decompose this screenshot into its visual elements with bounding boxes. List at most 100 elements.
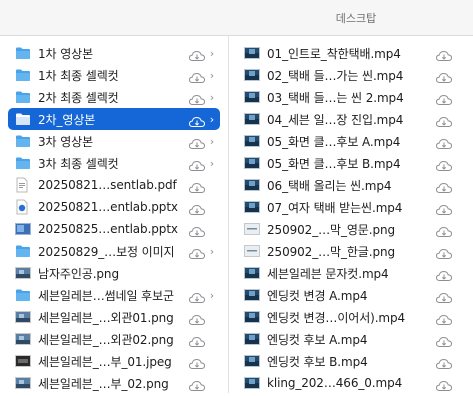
icloud-download-icon[interactable] [188, 113, 206, 127]
file-item[interactable]: 06_택배 올리는 씬.mp4 [237, 174, 463, 196]
file-item[interactable]: 엔딩컷 후보 B.mp4 [237, 350, 463, 372]
icloud-download-icon[interactable] [435, 355, 453, 369]
file-item[interactable]: 01_인트로_착한택배.mp4 [237, 42, 463, 64]
item-name: 20250821…sentlab.pdf [38, 178, 177, 192]
video-thumbnail-icon [244, 45, 260, 61]
icloud-download-icon[interactable] [188, 91, 206, 105]
file-item[interactable]: 세븐일레븐 문자컷.mp4 [237, 262, 463, 284]
file-item[interactable]: 07_여자 택배 받는씬.mp4 [237, 196, 463, 218]
pdf-file-icon [15, 177, 31, 193]
folder-icon [15, 89, 31, 105]
icloud-download-icon[interactable] [435, 157, 453, 171]
folder-item[interactable]: 1차 영상본 › [8, 42, 220, 64]
icloud-download-icon[interactable] [188, 333, 206, 347]
presentation-file-icon [15, 199, 31, 215]
folder-item[interactable]: 20250829_…보정 이미지 › [8, 240, 220, 262]
icloud-download-icon[interactable] [435, 47, 453, 61]
item-name: 05_화면 클…후보 A.mp4 [267, 134, 401, 149]
chevron-right-icon: › [209, 134, 215, 148]
file-item[interactable]: 남자주인공.png [8, 262, 220, 284]
icloud-download-icon[interactable] [188, 201, 206, 215]
image-thumbnail-icon [244, 243, 260, 259]
icloud-download-icon[interactable] [188, 157, 206, 171]
item-name: 250902_…막_영문.png [267, 222, 395, 237]
image-thumbnail-icon [15, 353, 31, 369]
file-item[interactable]: kling_202…466_0.mp4 [237, 372, 463, 394]
item-name: 07_여자 택배 받는씬.mp4 [267, 200, 403, 215]
file-item[interactable]: 엔딩컷 후보 A.mp4 [237, 328, 463, 350]
icloud-download-icon[interactable] [435, 311, 453, 325]
image-thumbnail-icon [244, 221, 260, 237]
item-name: 3차 최종 셀렉컷 [38, 156, 119, 171]
item-name: 엔딩컷 변경…이어서).mp4 [267, 310, 406, 325]
item-name: 20250821…entlab.pptx [38, 200, 178, 214]
file-item[interactable]: 04_세븐 일…장 진입.mp4 [237, 108, 463, 130]
folder-item[interactable]: 2차_영상본 › [8, 108, 220, 130]
file-item[interactable]: 세븐일레븐_…부_01.jpeg [8, 350, 220, 372]
icloud-download-icon[interactable] [435, 179, 453, 193]
file-item[interactable]: 250902_…막_영문.png [237, 218, 463, 240]
video-thumbnail-icon [244, 177, 260, 193]
icloud-download-icon[interactable] [188, 179, 206, 193]
item-name: 세븐일레븐…썸네일 후보군 [38, 288, 174, 303]
file-item[interactable]: 20250825…entlab.pptx [8, 218, 220, 240]
icloud-download-icon[interactable] [435, 223, 453, 237]
item-name: 엔딩컷 후보 B.mp4 [267, 354, 368, 369]
folder-item[interactable]: 1차 최종 셀렉컷 › [8, 64, 220, 86]
item-name: 1차 영상본 [38, 46, 94, 61]
item-name: 1차 최종 셀렉컷 [38, 68, 119, 83]
icloud-download-icon[interactable] [435, 289, 453, 303]
video-thumbnail-icon [244, 287, 260, 303]
file-item[interactable]: 세븐일레븐_…부_02.png [8, 372, 220, 394]
item-name: 3차 영상본 [38, 134, 94, 149]
file-item[interactable]: 05_화면 클…후보 A.mp4 [237, 130, 463, 152]
icloud-download-icon[interactable] [435, 377, 453, 391]
folder-item[interactable]: 2차 최종 셀렉컷 › [8, 86, 220, 108]
file-item[interactable]: 250902_…막_한글.png [237, 240, 463, 262]
icloud-download-icon[interactable] [435, 69, 453, 83]
icloud-download-icon[interactable] [188, 223, 206, 237]
icloud-download-icon[interactable] [435, 267, 453, 281]
chevron-right-icon: › [209, 156, 215, 170]
file-item[interactable]: 20250821…entlab.pptx [8, 196, 220, 218]
item-name: 20250829_…보정 이미지 [38, 244, 175, 259]
file-item[interactable]: 05_화면 클…후보 B.mp4 [237, 152, 463, 174]
icloud-download-icon[interactable] [435, 113, 453, 127]
file-item[interactable]: 03_택배 들…는 씬 2.mp4 [237, 86, 463, 108]
item-name: 세븐일레븐_…부_01.jpeg [38, 354, 172, 369]
file-item[interactable]: 엔딩컷 변경 A.mp4 [237, 284, 463, 306]
icloud-download-icon[interactable] [188, 355, 206, 369]
file-item[interactable]: 세븐일레븐_…외관01.png [8, 306, 220, 328]
icloud-download-icon[interactable] [435, 135, 453, 149]
icloud-download-icon[interactable] [435, 333, 453, 347]
folder-item[interactable]: 3차 영상본 › [8, 130, 220, 152]
item-name: 세븐일레븐_…부_02.png [38, 376, 169, 391]
icloud-download-icon[interactable] [188, 245, 206, 259]
folder-item[interactable]: 3차 최종 셀렉컷 › [8, 152, 220, 174]
icloud-download-icon[interactable] [188, 47, 206, 61]
window-title: 데스크탑 [335, 12, 377, 25]
chevron-right-icon: › [209, 112, 215, 126]
icloud-download-icon[interactable] [435, 91, 453, 105]
folder-icon [15, 155, 31, 171]
file-item[interactable]: 02_택배 들…가는 씬.mp4 [237, 64, 463, 86]
icloud-download-icon[interactable] [188, 289, 206, 303]
icloud-download-icon[interactable] [188, 311, 206, 325]
column-2cha-video[interactable]: 01_인트로_착한택배.mp4 02_택배 들…가는 씬.mp4 03_택배 들…는… [229, 36, 473, 393]
icloud-download-icon[interactable] [188, 377, 206, 391]
column-desktop[interactable]: 1차 영상본 › 1차 최종 셀렉컷 › 2차 최종 셀렉컷 › 2차_영상본 › 3차… [0, 36, 229, 393]
folder-item[interactable]: 세븐일레븐…썸네일 후보군 › [8, 284, 220, 306]
folder-icon [15, 287, 31, 303]
file-item[interactable]: 20250821…sentlab.pdf [8, 174, 220, 196]
chevron-right-icon: › [209, 68, 215, 82]
file-item[interactable]: 세븐일레븐_…외관02.png [8, 328, 220, 350]
icloud-download-icon [188, 267, 206, 279]
icloud-download-icon[interactable] [188, 135, 206, 149]
icloud-download-icon[interactable] [188, 69, 206, 83]
icloud-download-icon[interactable] [435, 201, 453, 215]
file-item[interactable]: 엔딩컷 변경…이어서).mp4 [237, 306, 463, 328]
video-thumbnail-icon [244, 331, 260, 347]
icloud-download-icon[interactable] [435, 245, 453, 259]
item-name: 02_택배 들…가는 씬.mp4 [267, 68, 404, 83]
item-name: 05_화면 클…후보 B.mp4 [267, 156, 401, 171]
